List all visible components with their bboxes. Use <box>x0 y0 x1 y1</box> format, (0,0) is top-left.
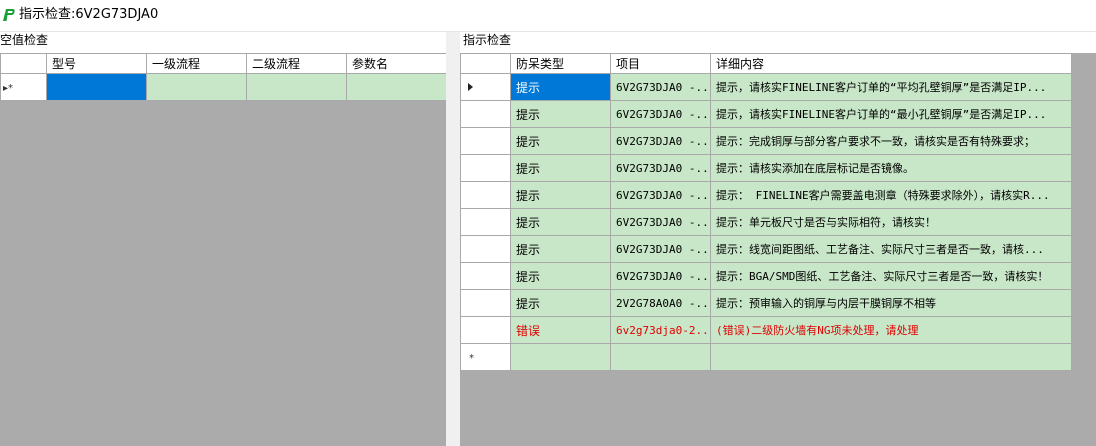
new-row[interactable]: ▸* <box>0 73 447 101</box>
cell-check-type[interactable]: 提示 <box>510 100 611 128</box>
grid-corner <box>460 53 511 74</box>
row-header[interactable] <box>460 181 511 209</box>
panel-splitter[interactable] <box>446 32 460 446</box>
cell-detail[interactable]: 提示：预审输入的铜厚与内层干膜铜厚不相等 <box>710 289 1072 317</box>
instruction-check-label: 指示检查 <box>463 33 512 47</box>
cell-check-type[interactable]: 提示 <box>510 73 611 101</box>
table-row[interactable]: 错误 6v2g73dja0-2... (错误)二级防火墙有NG项未处理，请处理 <box>460 316 1072 344</box>
window-title: 指示检查:6V2G73DJA0 <box>19 7 159 22</box>
row-header[interactable] <box>460 262 511 290</box>
column-header-param-name[interactable]: 参数名 <box>346 53 447 74</box>
empty-check-label: 空值检查 <box>0 33 49 47</box>
window-titlebar: 指示检查:6V2G73DJA0 <box>0 0 1096 32</box>
table-row[interactable]: 提示 6V2G73DJA0 -... 提示：完成铜厚与部分客户要求不一致，请核实是否… <box>460 127 1072 155</box>
cell-param-name[interactable] <box>346 73 447 101</box>
cell-item[interactable]: 6v2g73dja0-2... <box>610 316 711 344</box>
new-row[interactable]: * <box>460 343 1072 371</box>
row-header[interactable] <box>460 73 511 101</box>
table-row[interactable]: 提示 6V2G73DJA0 -... 提示：线宽间距图纸、工艺备注、实际尺寸三者是否… <box>460 235 1072 263</box>
empty-check-grid: 型号 一级流程 二级流程 参数名 ▸* <box>0 53 447 101</box>
cell-detail[interactable]: 提示，请核实FINELINE客户订单的“平均孔壁铜厚”是否满足IP... <box>710 73 1072 101</box>
cell-check-type[interactable]: 提示 <box>510 154 611 182</box>
cell-detail[interactable] <box>710 343 1072 371</box>
new-row-marker: * <box>469 353 474 364</box>
cell-item[interactable]: 6V2G73DJA0 -... <box>610 235 711 263</box>
cell-item[interactable] <box>610 343 711 371</box>
cell-detail[interactable]: 提示，请核实FINELINE客户订单的“最小孔壁铜厚”是否满足IP... <box>710 100 1072 128</box>
cell-item[interactable]: 6V2G73DJA0 -... <box>610 262 711 290</box>
table-row[interactable]: 提示 6V2G73DJA0 -... 提示：单元板尺寸是否与实际相符，请核实！ <box>460 208 1072 236</box>
new-row-marker: ▸* <box>3 83 14 94</box>
cell-check-type[interactable]: 提示 <box>510 235 611 263</box>
cell-check-type[interactable]: 提示 <box>510 208 611 236</box>
table-row[interactable]: 提示 2V2G78A0A0 -... 提示：预审输入的铜厚与内层干膜铜厚不相等 <box>460 289 1072 317</box>
row-header[interactable] <box>460 154 511 182</box>
cell-item[interactable]: 6V2G73DJA0 -... <box>610 154 711 182</box>
cell-item[interactable]: 2V2G78A0A0 -... <box>610 289 711 317</box>
row-header[interactable] <box>460 235 511 263</box>
cell-detail[interactable]: 提示：完成铜厚与部分客户要求不一致，请核实是否有特殊要求； <box>710 127 1072 155</box>
cell-detail[interactable]: 提示：BGA/SMD图纸、工艺备注、实际尺寸三者是否一致，请核实！ <box>710 262 1072 290</box>
row-header[interactable] <box>460 289 511 317</box>
empty-check-grid-area <box>0 53 446 446</box>
cell-detail[interactable]: (错误)二级防火墙有NG项未处理，请处理 <box>710 316 1072 344</box>
row-header-new[interactable]: * <box>460 343 511 371</box>
cell-check-type[interactable]: 提示 <box>510 289 611 317</box>
row-header[interactable] <box>460 316 511 344</box>
cell-detail[interactable]: 提示： FINELINE客户需要盖电测章（特殊要求除外），请核实R... <box>710 181 1072 209</box>
current-row-arrow-icon <box>468 83 473 91</box>
cell-item[interactable]: 6V2G73DJA0 -... <box>610 127 711 155</box>
column-header-level2-process[interactable]: 二级流程 <box>246 53 347 74</box>
row-header[interactable] <box>460 127 511 155</box>
cell-item[interactable]: 6V2G73DJA0 -... <box>610 73 711 101</box>
instruction-check-grid: 防呆类型 项目 详细内容 提示 6V2G73DJA0 -... 提示，请核实FINE… <box>460 53 1072 371</box>
cell-check-type[interactable]: 错误 <box>510 316 611 344</box>
cell-detail[interactable]: 提示：请核实添加在底层标记是否镜像。 <box>710 154 1072 182</box>
table-row[interactable]: 提示 6V2G73DJA0 -... 提示，请核实FINELINE客户订单的“最小孔… <box>460 100 1072 128</box>
column-header-item[interactable]: 项目 <box>610 53 711 74</box>
cell-check-type[interactable]: 提示 <box>510 127 611 155</box>
grid-corner <box>0 53 47 74</box>
cell-check-type[interactable] <box>510 343 611 371</box>
app-logo-icon <box>2 8 15 22</box>
cell-model[interactable] <box>46 73 147 101</box>
column-header-check-type[interactable]: 防呆类型 <box>510 53 611 74</box>
table-row[interactable]: 提示 6V2G73DJA0 -... 提示：BGA/SMD图纸、工艺备注、实际尺寸三… <box>460 262 1072 290</box>
table-row[interactable]: 提示 6V2G73DJA0 -... 提示，请核实FINELINE客户订单的“平均孔… <box>460 73 1072 101</box>
cell-item[interactable]: 6V2G73DJA0 -... <box>610 181 711 209</box>
cell-detail[interactable]: 提示：单元板尺寸是否与实际相符，请核实！ <box>710 208 1072 236</box>
cell-item[interactable]: 6V2G73DJA0 -... <box>610 100 711 128</box>
column-header-model[interactable]: 型号 <box>46 53 147 74</box>
cell-check-type[interactable]: 提示 <box>510 181 611 209</box>
column-header-level1-process[interactable]: 一级流程 <box>146 53 247 74</box>
column-header-detail[interactable]: 详细内容 <box>710 53 1072 74</box>
row-header[interactable] <box>460 100 511 128</box>
table-row[interactable]: 提示 6V2G73DJA0 -... 提示： FINELINE客户需要盖电测章（特殊… <box>460 181 1072 209</box>
cell-level1-process[interactable] <box>146 73 247 101</box>
row-header[interactable] <box>460 208 511 236</box>
cell-detail[interactable]: 提示：线宽间距图纸、工艺备注、实际尺寸三者是否一致，请核... <box>710 235 1072 263</box>
table-row[interactable]: 提示 6V2G73DJA0 -... 提示：请核实添加在底层标记是否镜像。 <box>460 154 1072 182</box>
row-header-new[interactable]: ▸* <box>0 73 47 101</box>
cell-item[interactable]: 6V2G73DJA0 -... <box>610 208 711 236</box>
cell-level2-process[interactable] <box>246 73 347 101</box>
cell-check-type[interactable]: 提示 <box>510 262 611 290</box>
